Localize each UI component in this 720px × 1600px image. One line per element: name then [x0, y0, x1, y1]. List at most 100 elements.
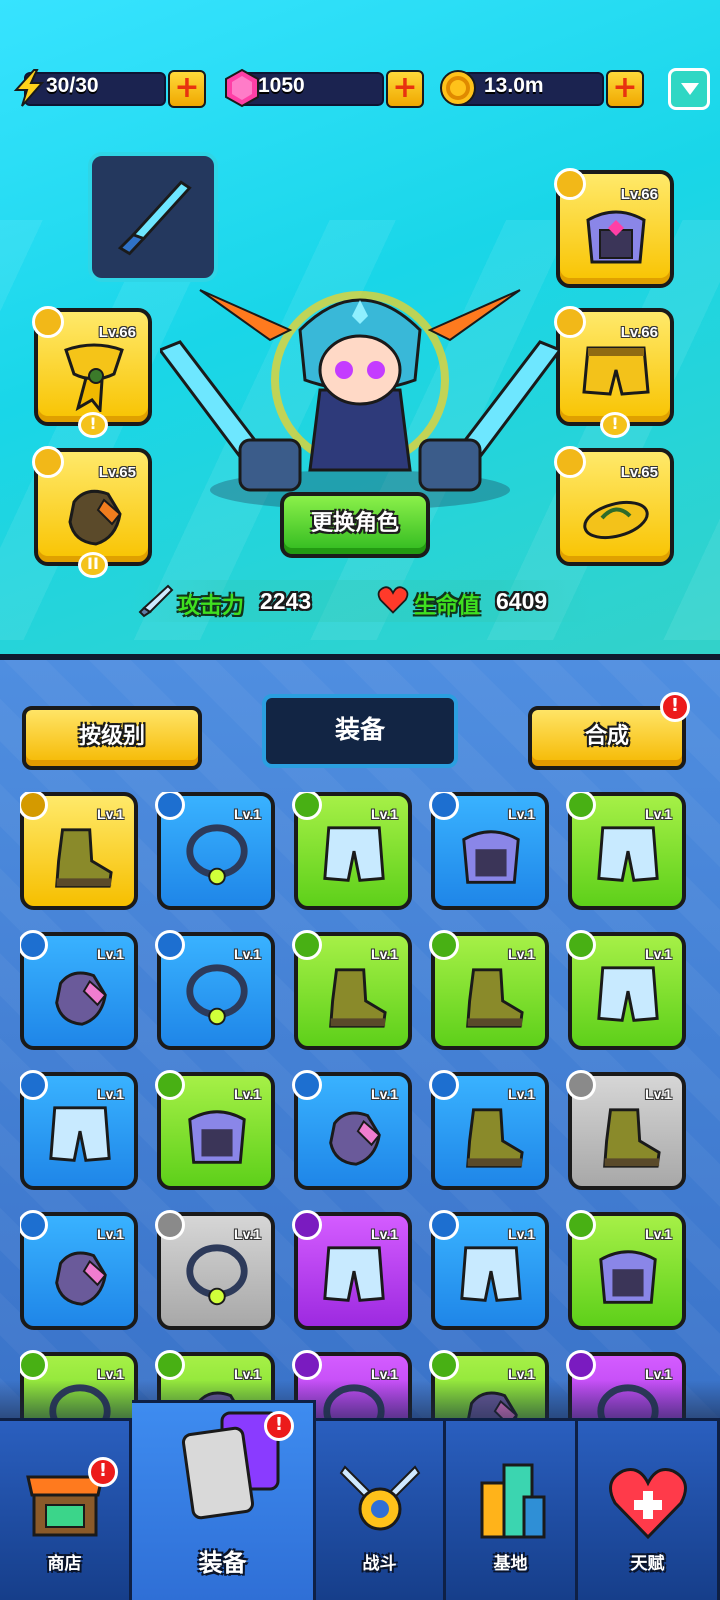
nav-equipment[interactable]: ! 装备 [132, 1400, 316, 1600]
equipped-pants-slot[interactable]: Lv.66 ! [554, 306, 674, 438]
item-level: Lv.1 [371, 806, 398, 822]
armor-type-icon [155, 1070, 185, 1100]
equipped-level: Lv.66 [620, 186, 658, 203]
armor-icon [586, 210, 646, 264]
necklace-type-icon [292, 1350, 322, 1380]
hp-value: 6409 [496, 588, 548, 614]
inventory-item[interactable]: Lv.1 [155, 1210, 275, 1330]
item-level: Lv.1 [371, 1086, 398, 1102]
add-gems-button[interactable]: + [386, 70, 424, 108]
inventory-item[interactable]: Lv.1 [566, 792, 686, 910]
item-level: Lv.1 [371, 1226, 398, 1242]
shop-alert-badge: ! [88, 1457, 118, 1487]
pants-type-icon [429, 1210, 459, 1240]
pants-icon [323, 1246, 385, 1302]
item-level: Lv.1 [645, 806, 672, 822]
pants-icon [49, 1106, 111, 1162]
dropdown-menu-button[interactable] [668, 68, 710, 110]
item-level: Lv.1 [645, 946, 672, 962]
glove-type-icon [20, 1210, 48, 1240]
equipped-boots-slot[interactable]: Lv.65 [554, 446, 674, 566]
inventory-item[interactable]: Lv.1 [20, 792, 138, 910]
boots-type-icon [429, 930, 459, 960]
inventory-grid: Lv.1 Lv.1 Lv.1 Lv.1 Lv.1 Lv.1 Lv.1 Lv.1 Lv.1 Lv.1… [20, 792, 710, 1432]
change-character-button[interactable]: 更换角色 [280, 492, 430, 558]
pants-type-icon [566, 792, 596, 820]
sword-icon [117, 180, 192, 256]
merge-alert-badge: ! [660, 692, 690, 722]
armor-icon [462, 830, 520, 884]
inventory-item[interactable]: Lv.1 [566, 1210, 686, 1330]
upgrade-arrow-icon: ! [600, 412, 630, 438]
sword-icon [138, 584, 174, 618]
inventory-item[interactable]: Lv.1 [292, 1210, 412, 1330]
inventory-item[interactable]: Lv.1 [292, 930, 412, 1050]
scarf-icon [64, 343, 124, 412]
item-level: Lv.1 [97, 946, 124, 962]
nav-battle-label: 战斗 [362, 1554, 397, 1574]
sort-by-level-button[interactable]: 按级别 [22, 706, 202, 770]
item-level: Lv.1 [508, 1226, 535, 1242]
battle-icon [339, 1465, 420, 1531]
inventory-item[interactable]: Lv.1 [20, 1210, 138, 1330]
inventory-item[interactable]: Lv.1 [292, 1070, 412, 1190]
glove-type-icon [20, 930, 48, 960]
equipped-necklace-slot[interactable]: Lv.66 ! [32, 306, 152, 438]
necklace-type-icon [566, 1350, 596, 1380]
boots-type-icon [429, 1070, 459, 1100]
armor-type-icon [429, 792, 459, 820]
equipped-level: Lv.66 [620, 324, 658, 341]
nav-talent[interactable]: 天赋 [578, 1418, 720, 1600]
equipped-glove-slot[interactable]: Lv.65 II [32, 446, 152, 578]
hero-stats: 攻击力 2243 生命值 6409 [130, 580, 590, 622]
inventory-item[interactable]: Lv.1 [429, 792, 549, 910]
inventory-item[interactable]: Lv.1 [429, 1070, 549, 1190]
equipment-alert-badge: ! [264, 1411, 294, 1441]
boots-type-icon [20, 792, 48, 820]
attack-value: 2243 [260, 588, 312, 614]
item-level: Lv.1 [645, 1226, 672, 1242]
hero-panel: 30/30 + 1050 + 13.0m + Lv.66 ! Lv.65 II … [0, 0, 720, 660]
inventory-item[interactable]: Lv.1 [566, 930, 686, 1050]
weapon-slot[interactable] [88, 152, 218, 282]
inventory-item[interactable]: Lv.1 [429, 930, 549, 1050]
pants-icon [597, 826, 659, 882]
boots-icon [603, 1108, 661, 1168]
pants-icon [597, 966, 659, 1022]
sandal-icon [583, 500, 649, 540]
inventory-item[interactable]: Lv.1 [429, 1210, 549, 1330]
inventory-item[interactable]: Lv.1 [155, 1070, 275, 1190]
inventory-item[interactable]: Lv.1 [155, 792, 275, 910]
item-level: Lv.1 [371, 946, 398, 962]
heart-icon [377, 586, 409, 614]
glove-icon [329, 1111, 381, 1166]
add-energy-button[interactable]: + [168, 70, 206, 108]
nav-shop[interactable]: ! 商店 [0, 1418, 132, 1600]
item-level: Lv.1 [97, 1086, 124, 1102]
boots-icon [329, 968, 387, 1028]
equipped-armor-slot[interactable]: Lv.66 [554, 168, 674, 288]
pants-type-icon [20, 1070, 48, 1100]
item-level: Lv.1 [508, 1086, 535, 1102]
energy-value: 30/30 [46, 74, 99, 97]
gems-value: 1050 [258, 74, 305, 97]
inventory-item[interactable]: Lv.1 [292, 792, 412, 910]
nav-base[interactable]: 基地 [446, 1418, 578, 1600]
nav-battle[interactable]: 战斗 [316, 1418, 446, 1600]
energy-resource: 30/30 + [10, 68, 206, 108]
glove-icon [55, 971, 107, 1026]
add-coins-button[interactable]: + [606, 70, 644, 108]
inventory-item[interactable]: Lv.1 [20, 930, 138, 1050]
inventory-item[interactable]: Lv.1 [20, 1070, 138, 1190]
necklace-type-icon [155, 1210, 185, 1240]
necklace-icon [186, 1244, 248, 1306]
inventory-item[interactable]: Lv.1 [155, 930, 275, 1050]
item-level: Lv.1 [508, 946, 535, 962]
gem-icon [225, 68, 259, 108]
hp-label: 生命值 [414, 594, 481, 619]
inventory-item[interactable]: Lv.1 [566, 1070, 686, 1190]
coin-icon [440, 70, 476, 106]
upgrade-arrow-icon: ! [78, 412, 108, 438]
item-level: Lv.1 [234, 806, 261, 822]
bottom-navigation: ! 商店 ! 装备 战斗 基地 天赋 [0, 1400, 720, 1600]
